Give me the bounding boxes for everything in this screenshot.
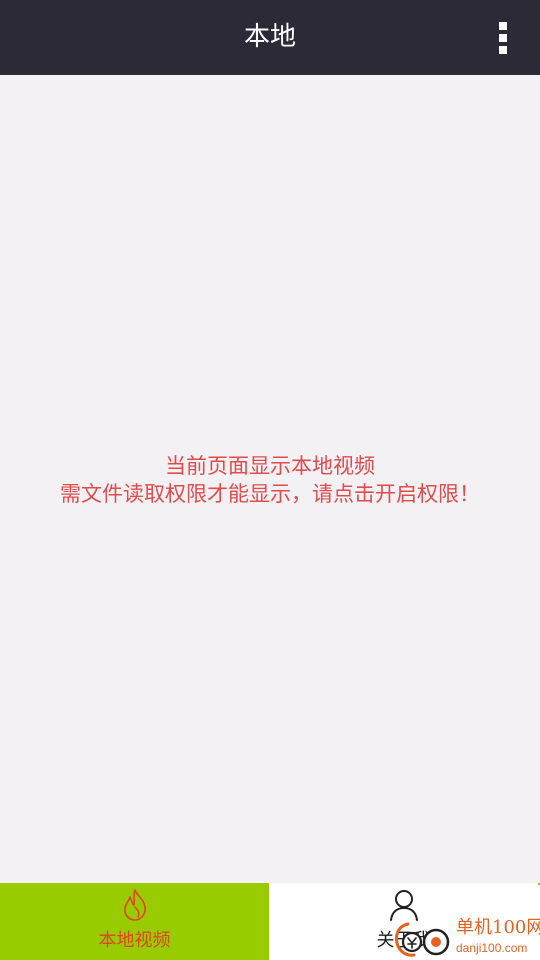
more-options-button[interactable] — [488, 18, 518, 56]
notice-line-1: 当前页面显示本地视频 — [165, 454, 375, 478]
permission-notice[interactable]: 当前页面显示本地视频 需文件读取权限才能显示，请点击开启权限！ — [0, 452, 540, 508]
flame-icon — [123, 889, 146, 921]
tab-local-video[interactable]: 本地视频 — [0, 883, 269, 960]
app-bar: 本地 — [0, 0, 540, 75]
notice-line-2: 需文件读取权限才能显示，请点击开启权限！ — [60, 482, 480, 506]
bottom-nav: 本地视频 关于我 — [0, 883, 540, 960]
more-vert-icon-dot-3 — [499, 46, 507, 54]
more-vert-icon — [499, 22, 507, 30]
more-vert-icon-dot-2 — [499, 34, 507, 42]
tab-about-me-label: 关于我 — [376, 930, 431, 951]
tab-about-me[interactable]: 关于我 — [269, 883, 538, 960]
tab-local-video-label: 本地视频 — [98, 930, 171, 951]
person-icon — [389, 890, 418, 921]
content-area: 当前页面显示本地视频 需文件读取权限才能显示，请点击开启权限！ — [0, 75, 540, 883]
page-title: 本地 — [243, 22, 296, 52]
